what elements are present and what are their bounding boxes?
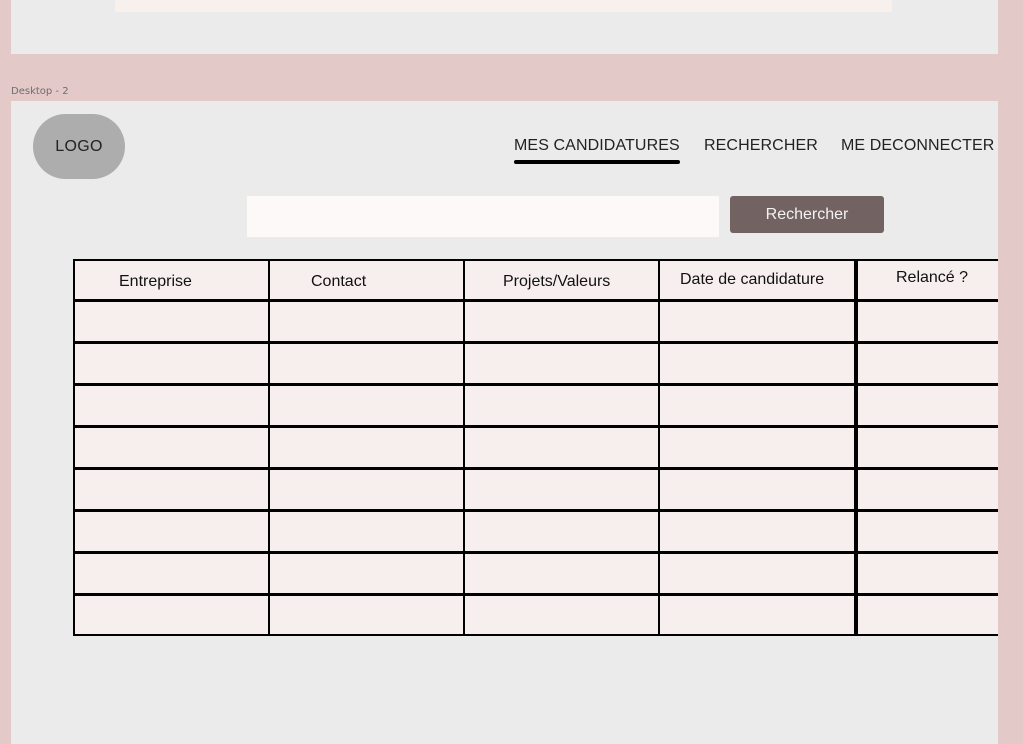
table-cell-projets-valeurs[interactable] xyxy=(463,593,660,636)
table-cell-projets-valeurs[interactable] xyxy=(463,509,660,553)
logo[interactable]: LOGO xyxy=(33,114,125,179)
table-cell-entreprise[interactable] xyxy=(73,467,270,511)
table-cell-date-de-candidature[interactable] xyxy=(658,509,856,553)
previous-frame-strip xyxy=(115,0,892,12)
table-cell-relance[interactable] xyxy=(854,299,998,343)
table-cell-relance[interactable] xyxy=(854,593,998,636)
table-cell-entreprise[interactable] xyxy=(73,383,270,427)
table-cell-projets-valeurs[interactable] xyxy=(463,299,660,343)
table-cell-contact[interactable] xyxy=(268,299,465,343)
table-cell-contact[interactable] xyxy=(268,593,465,636)
table-cell-date-de-candidature[interactable] xyxy=(658,467,856,511)
table-cell-date-de-candidature[interactable] xyxy=(658,383,856,427)
table-cell-projets-valeurs[interactable] xyxy=(463,341,660,385)
column-header-label: Contact xyxy=(311,273,367,290)
table-cell-entreprise[interactable] xyxy=(73,425,270,469)
table-cell-entreprise[interactable] xyxy=(73,509,270,553)
table-cell-date-de-candidature[interactable] xyxy=(658,425,856,469)
column-header-contact xyxy=(268,259,465,301)
table-cell-entreprise[interactable] xyxy=(73,341,270,385)
table-cell-projets-valeurs[interactable] xyxy=(463,551,660,595)
nav-mes-candidatures[interactable]: MES CANDIDATURES xyxy=(514,137,680,164)
table-cell-relance[interactable] xyxy=(854,383,998,427)
nav-rechercher[interactable]: RECHERCHER xyxy=(704,137,818,155)
table-cell-projets-valeurs[interactable] xyxy=(463,467,660,511)
table-cell-entreprise[interactable] xyxy=(73,551,270,595)
table-cell-date-de-candidature[interactable] xyxy=(658,341,856,385)
search-button[interactable]: Rechercher xyxy=(730,196,884,233)
table-cell-contact[interactable] xyxy=(268,551,465,595)
table-cell-contact[interactable] xyxy=(268,383,465,427)
table-cell-date-de-candidature[interactable] xyxy=(658,299,856,343)
table-cell-contact[interactable] xyxy=(268,467,465,511)
table-cell-contact[interactable] xyxy=(268,341,465,385)
table-cell-projets-valeurs[interactable] xyxy=(463,383,660,427)
column-header-label: Date de candidature xyxy=(680,271,825,288)
frame-label: Desktop - 2 xyxy=(11,86,69,97)
table-cell-relance[interactable] xyxy=(854,467,998,511)
table-cell-projets-valeurs[interactable] xyxy=(463,425,660,469)
table-cell-relance[interactable] xyxy=(854,341,998,385)
table-cell-contact[interactable] xyxy=(268,425,465,469)
column-header-label: Relancé ? xyxy=(896,269,969,286)
table-cell-relance[interactable] xyxy=(854,551,998,595)
table-cell-entreprise[interactable] xyxy=(73,299,270,343)
table-cell-relance[interactable] xyxy=(854,509,998,553)
column-header-label: Projets/Valeurs xyxy=(503,273,611,290)
table-cell-date-de-candidature[interactable] xyxy=(658,593,856,636)
nav-me-deconnecter[interactable]: ME DECONNECTER xyxy=(841,137,994,155)
desktop-frame: LOGO MES CANDIDATURES RECHERCHER ME DECO… xyxy=(11,101,998,744)
previous-frame xyxy=(11,0,998,54)
table-cell-relance[interactable] xyxy=(854,425,998,469)
table-cell-date-de-candidature[interactable] xyxy=(658,551,856,595)
column-header-label: Entreprise xyxy=(119,273,192,290)
table-cell-contact[interactable] xyxy=(268,509,465,553)
table-cell-entreprise[interactable] xyxy=(73,593,270,636)
search-input[interactable] xyxy=(247,196,719,237)
